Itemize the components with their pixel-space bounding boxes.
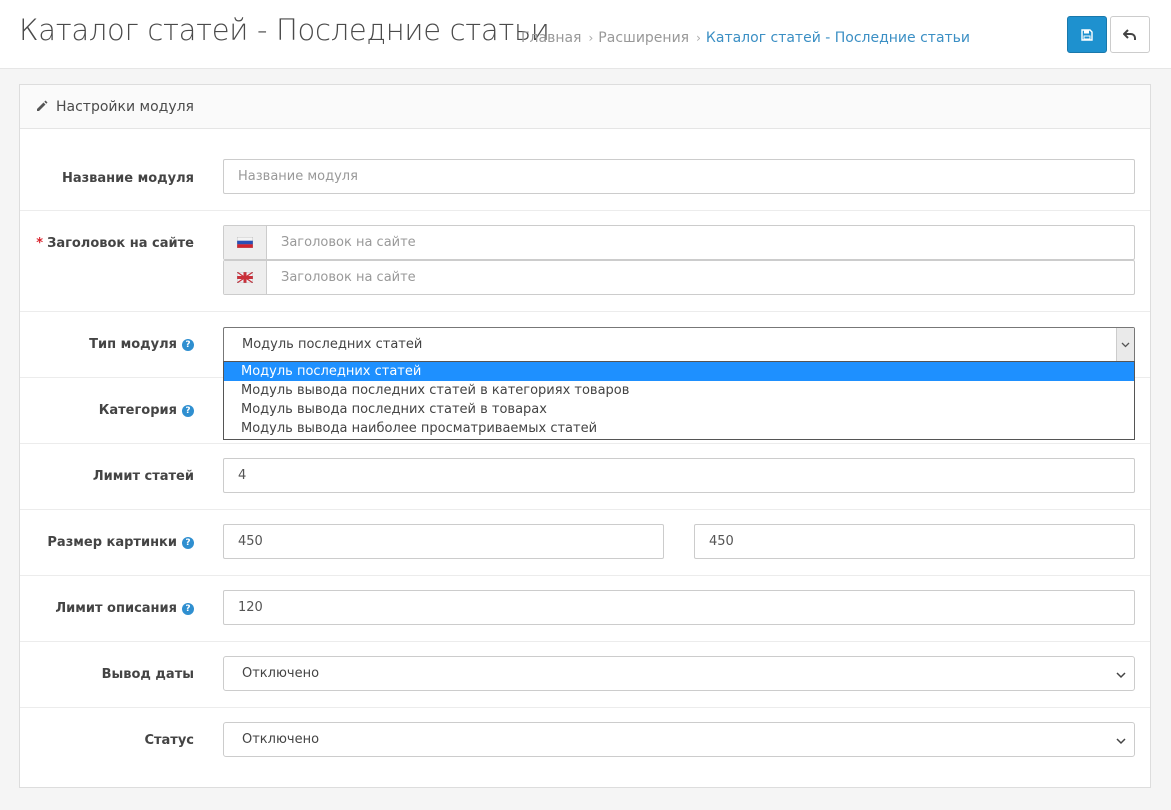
required-mark: *	[36, 236, 44, 251]
module-type-option[interactable]: Модуль вывода наиболее просматриваемых с…	[224, 419, 1134, 438]
description-limit-input[interactable]: 120	[223, 590, 1135, 625]
panel-heading: Настройки модуля	[20, 85, 1150, 129]
site-heading-en-input[interactable]: Заголовок на сайте	[223, 260, 1135, 295]
chevron-down-icon	[1116, 734, 1126, 749]
save-icon	[1081, 28, 1093, 41]
pencil-icon	[35, 100, 48, 113]
breadcrumb-extensions[interactable]: Расширения	[598, 30, 689, 46]
form-row-image-size: Размер картинки ? 450 450	[20, 510, 1150, 576]
module-type-option[interactable]: Модуль вывода последних статей в товарах	[224, 400, 1134, 419]
module-settings-panel: Настройки модуля Название модуля Названи…	[19, 84, 1151, 788]
module-type-label: Тип модуля ?	[89, 337, 194, 352]
module-name-input[interactable]: Название модуля	[223, 159, 1135, 194]
article-limit-label: Лимит статей	[92, 469, 194, 484]
form-row-article-limit: Лимит статей 4	[20, 444, 1150, 510]
image-height-input[interactable]: 450	[694, 524, 1135, 559]
module-type-option[interactable]: Модуль вывода последних статей в категор…	[224, 381, 1134, 400]
page-title: Каталог статей - Последние статьи	[19, 13, 550, 47]
breadcrumb-separator: ›	[696, 31, 701, 45]
status-select[interactable]: Отключено	[223, 722, 1135, 757]
module-type-dropdown: Модуль последних статей Модуль вывода по…	[223, 361, 1135, 440]
page-header: Каталог статей - Последние статьи Главна…	[0, 0, 1171, 69]
date-output-select[interactable]: Отключено	[223, 656, 1135, 691]
breadcrumb-separator: ›	[588, 31, 594, 45]
form-row-description-limit: Лимит описания ? 120	[20, 576, 1150, 642]
article-limit-input[interactable]: 4	[223, 458, 1135, 493]
panel-title: Настройки модуля	[56, 98, 194, 115]
help-icon[interactable]: ?	[182, 602, 194, 615]
flag-ru-icon	[224, 226, 267, 259]
image-size-label: Размер картинки ?	[47, 535, 194, 550]
reply-icon	[1123, 28, 1136, 40]
date-output-label: Вывод даты	[101, 667, 194, 682]
form-row-status: Статус Отключено	[20, 708, 1150, 787]
chevron-down-icon	[1116, 328, 1134, 361]
description-limit-label: Лимит описания ?	[55, 601, 194, 616]
module-type-option[interactable]: Модуль последних статей	[224, 362, 1134, 381]
site-heading-ru-input[interactable]: Заголовок на сайте	[223, 225, 1135, 260]
form-row-module-name: Название модуля Название модуля	[20, 130, 1150, 211]
module-type-select[interactable]: Модуль последних статей	[223, 327, 1135, 362]
help-icon[interactable]: ?	[182, 338, 194, 351]
chevron-down-icon	[1116, 668, 1126, 683]
flag-gb-icon	[224, 261, 267, 294]
save-button[interactable]	[1067, 16, 1107, 53]
back-button[interactable]	[1110, 16, 1150, 53]
status-label: Статус	[144, 733, 194, 748]
breadcrumb: Главная › Расширения › Каталог статей - …	[521, 30, 970, 46]
breadcrumb-current[interactable]: Каталог статей - Последние статьи	[706, 30, 970, 46]
help-icon[interactable]: ?	[182, 404, 194, 417]
help-icon[interactable]: ?	[182, 536, 194, 549]
breadcrumb-home[interactable]: Главная	[521, 30, 581, 46]
site-heading-label: * Заголовок на сайте	[36, 236, 194, 251]
category-label: Категория ?	[99, 403, 194, 418]
image-width-input[interactable]: 450	[223, 524, 664, 559]
form-row-site-heading: * Заголовок на сайте Заголовок на сайте	[20, 211, 1150, 312]
module-name-label: Название модуля	[61, 171, 194, 186]
form-row-date-output: Вывод даты Отключено	[20, 642, 1150, 708]
